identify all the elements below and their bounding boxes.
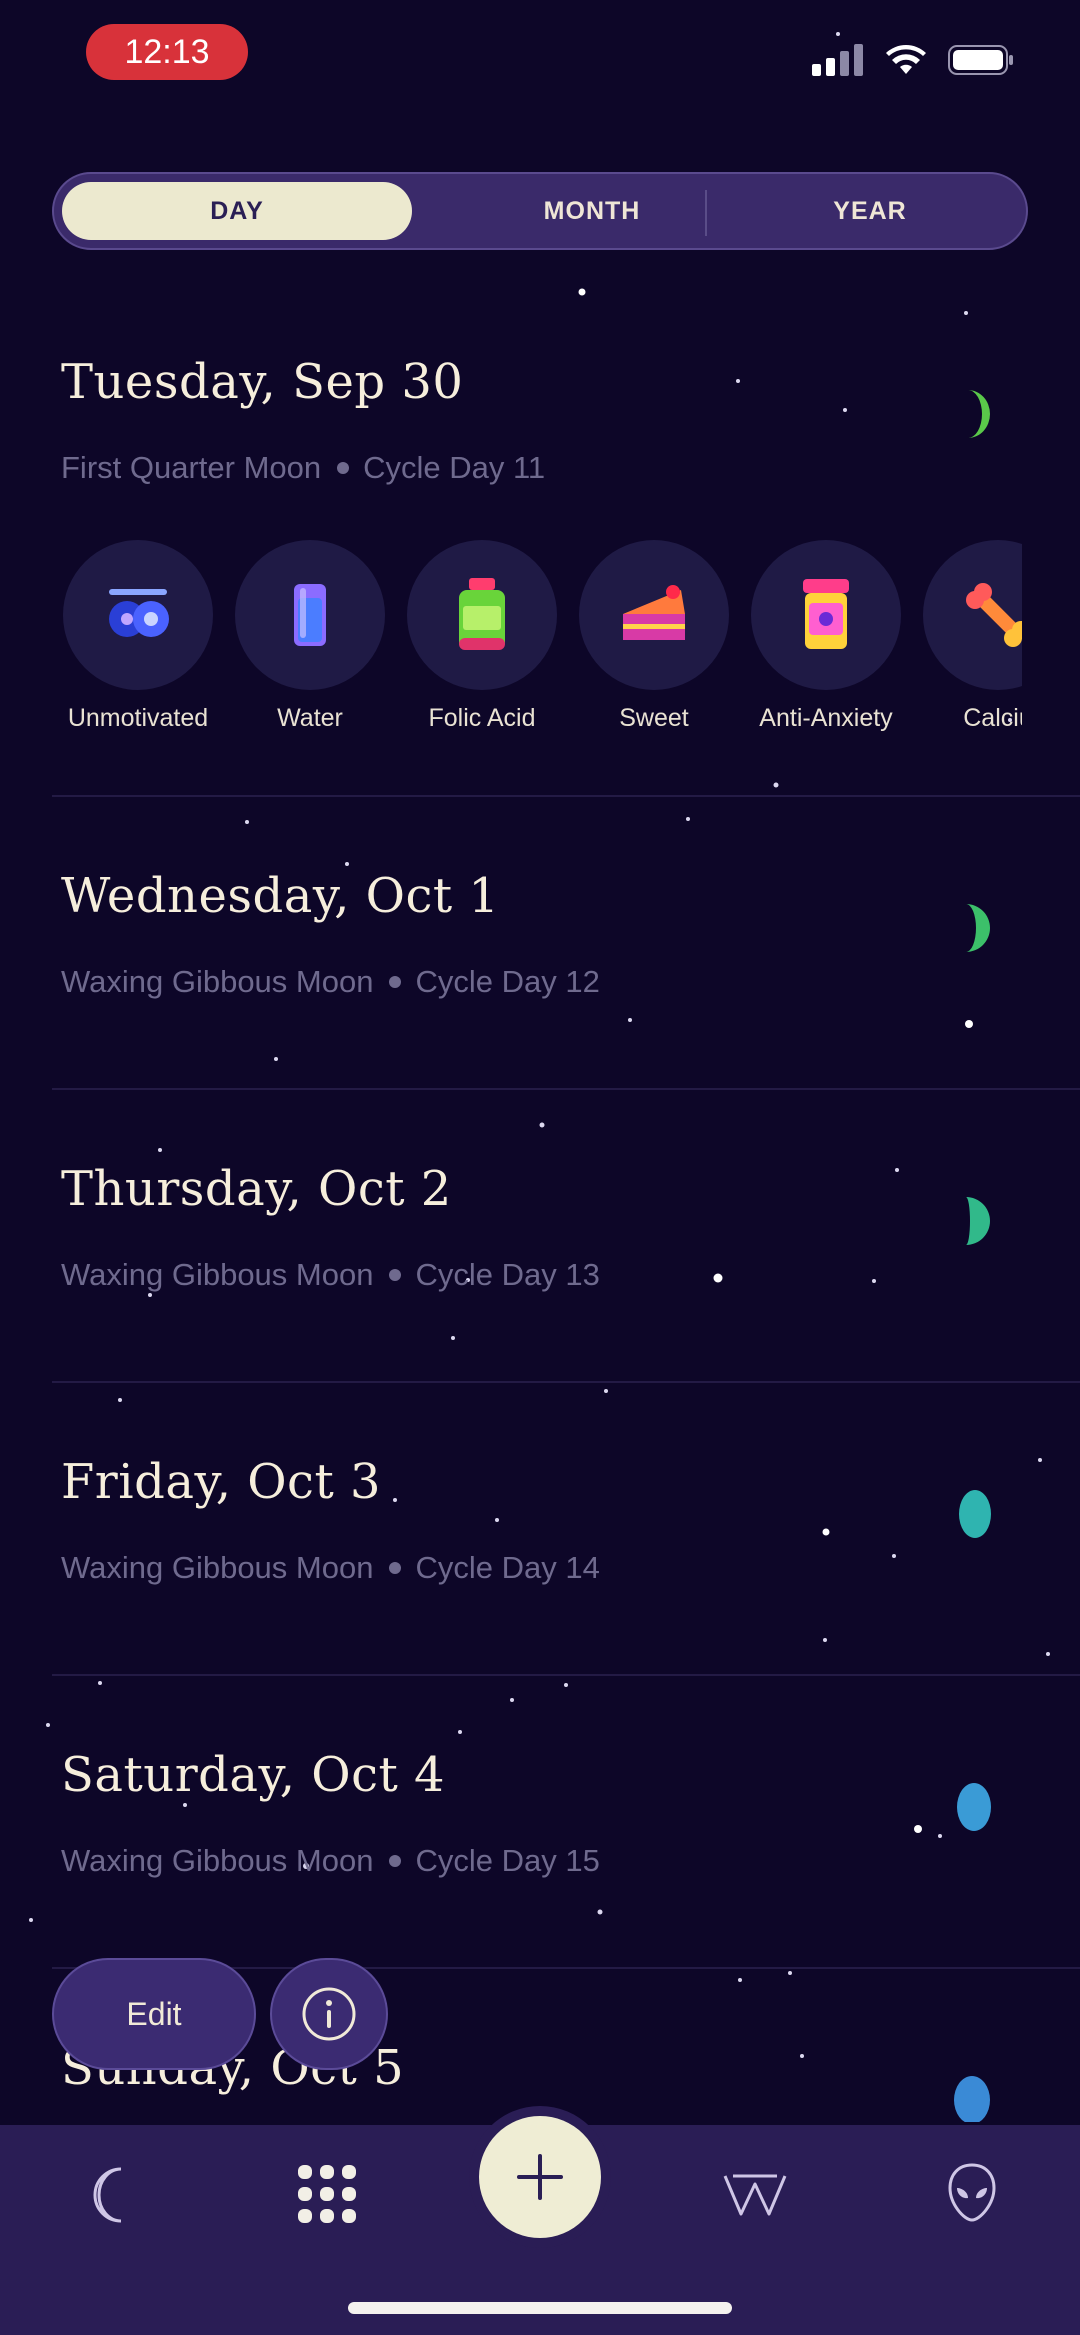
- cycle-day-label: Cycle Day 13: [415, 1257, 600, 1292]
- chip-circle: [751, 540, 901, 690]
- info-icon: [302, 1987, 356, 2041]
- profile-tab[interactable]: [945, 2158, 999, 2228]
- day-row[interactable]: Thursday, Oct 2 Waxing Gibbous Moon Cycle…: [0, 1153, 1080, 1373]
- edit-button[interactable]: Edit: [52, 1958, 256, 2070]
- plus-icon: [517, 2154, 563, 2200]
- separator-dot: [389, 1561, 402, 1574]
- status-icons: [812, 44, 1014, 76]
- cake-slice-icon: [623, 585, 685, 640]
- moon-tab[interactable]: [78, 2160, 142, 2230]
- info-button[interactable]: [270, 1958, 388, 2070]
- day-subtitle: Waxing Gibbous Moon Cycle Day 15: [61, 1843, 600, 1879]
- day-title: Saturday, Oct 4: [61, 1747, 446, 1803]
- moon-phase-label: Waxing Gibbous Moon: [61, 1257, 374, 1292]
- day-subtitle: Waxing Gibbous Moon Cycle Day 13: [61, 1257, 600, 1293]
- status-time: 12:13: [86, 24, 248, 80]
- chip-circle: [63, 540, 213, 690]
- day-title: Thursday, Oct 2: [61, 1161, 452, 1217]
- view-segmented-control: DAY MONTH YEAR: [52, 172, 1028, 250]
- segment-divider: [705, 190, 707, 236]
- chip-circle: [923, 540, 1022, 690]
- row-divider: [52, 1381, 1080, 1383]
- separator-dot: [389, 1268, 402, 1281]
- separator-dot: [337, 461, 350, 474]
- moon-phase-icon: [954, 2076, 990, 2122]
- moon-phase-icon: [966, 1197, 990, 1245]
- tracker-chips-row: Unmotivated Water Folic Acid Sweet Anti-…: [52, 540, 1022, 740]
- cycle-day-label: Cycle Day 11: [363, 450, 546, 485]
- moon-phase-label: Waxing Gibbous Moon: [61, 1550, 374, 1585]
- folic-acid-bottle-icon: [459, 578, 505, 650]
- grid-dots-icon: [298, 2165, 356, 2223]
- tracker-label: Anti-Anxiety: [759, 704, 893, 732]
- row-divider: [52, 1088, 1080, 1090]
- wisdom-tab[interactable]: [722, 2162, 788, 2228]
- moon-phase-icon: [957, 1783, 991, 1831]
- crescent-moon-icon: [93, 2167, 122, 2223]
- moon-phase-label: First Quarter Moon: [61, 450, 322, 485]
- wifi-icon: [886, 45, 926, 74]
- row-divider: [52, 795, 1080, 797]
- moon-phase-icon: [968, 390, 990, 438]
- tab-day[interactable]: DAY: [62, 182, 412, 240]
- tracker-chip-anti-anxiety[interactable]: Anti-Anxiety: [740, 540, 912, 733]
- day-row[interactable]: Saturday, Oct 4 Waxing Gibbous Moon Cycle…: [0, 1739, 1080, 1959]
- unmotivated-icon: [109, 589, 169, 637]
- water-glass-icon: [294, 584, 326, 646]
- signal-icon: [812, 44, 863, 76]
- day-subtitle: Waxing Gibbous Moon Cycle Day 12: [61, 964, 600, 1000]
- tracker-chip-unmotivated[interactable]: Unmotivated: [52, 540, 224, 733]
- w-logo-icon: [723, 2174, 787, 2216]
- day-title: Tuesday, Sep 30: [61, 354, 464, 410]
- day-row[interactable]: Wednesday, Oct 1 Waxing Gibbous Moon Cycl…: [0, 860, 1080, 1080]
- tracker-label: Unmotivated: [67, 704, 209, 732]
- day-subtitle: Waxing Gibbous Moon Cycle Day 14: [61, 1550, 600, 1586]
- moon-phase-label: Waxing Gibbous Moon: [61, 964, 374, 999]
- tracker-label: Water: [277, 704, 343, 732]
- alien-icon: [948, 2163, 996, 2222]
- tracker-label: Calciu: [963, 704, 1022, 732]
- day-title: Wednesday, Oct 1: [61, 868, 500, 924]
- chip-circle: [235, 540, 385, 690]
- add-button[interactable]: [479, 2116, 601, 2238]
- moon-phase-icon: [966, 904, 990, 952]
- moon-phase-icon: [959, 1490, 991, 1538]
- tracker-label: Folic Acid: [428, 704, 536, 732]
- moon-phase-label: Waxing Gibbous Moon: [61, 1843, 374, 1878]
- tracker-chip-water[interactable]: Water: [224, 540, 396, 733]
- tracker-chip-sweet[interactable]: Sweet: [568, 540, 740, 733]
- day-title: Friday, Oct 3: [61, 1454, 382, 1510]
- cycle-day-label: Cycle Day 12: [415, 964, 600, 999]
- day-subtitle: First Quarter Moon Cycle Day 11: [61, 450, 545, 486]
- battery-icon: [948, 45, 1013, 75]
- tracker-chip-folic-acid[interactable]: Folic Acid: [396, 540, 568, 733]
- day-row[interactable]: Friday, Oct 3 Waxing Gibbous Moon Cycle D…: [0, 1446, 1080, 1666]
- tracker-chip-calcium[interactable]: Calciu: [912, 540, 1022, 733]
- separator-dot: [389, 975, 402, 988]
- pill-bottle-icon: [803, 579, 849, 649]
- bone-icon: [966, 583, 1022, 647]
- chip-circle: [579, 540, 729, 690]
- row-divider: [52, 1674, 1080, 1676]
- tracker-label: Sweet: [619, 704, 689, 732]
- cycle-day-label: Cycle Day 14: [415, 1550, 600, 1585]
- tab-year[interactable]: YEAR: [710, 182, 1030, 240]
- separator-dot: [389, 1854, 402, 1867]
- cycle-day-label: Cycle Day 15: [415, 1843, 600, 1878]
- chip-circle: [407, 540, 557, 690]
- home-indicator: [348, 2302, 732, 2314]
- calendar-grid-tab[interactable]: [290, 2157, 364, 2231]
